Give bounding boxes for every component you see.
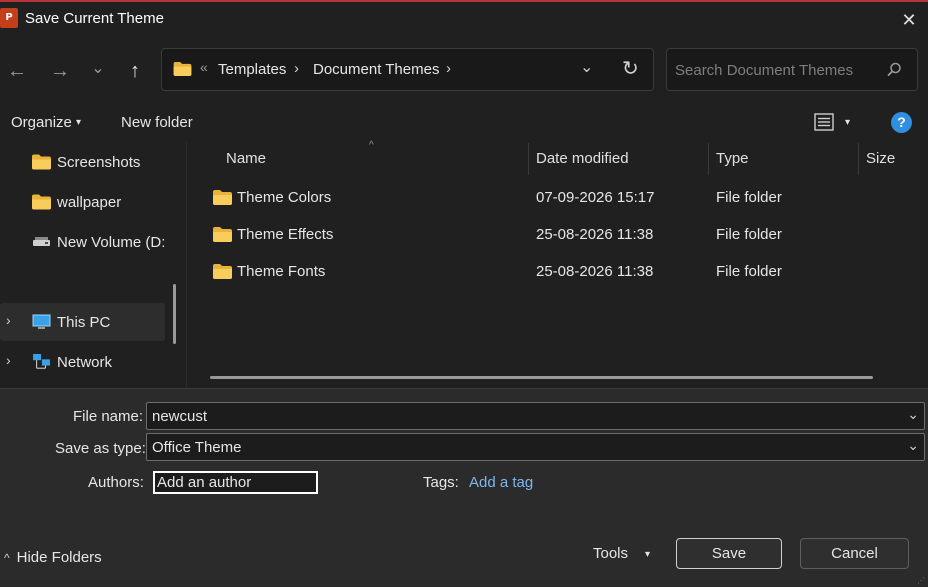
horizontal-scrollbar[interactable] (210, 376, 873, 379)
folder-icon (213, 264, 232, 279)
save-as-type-select[interactable]: Office Theme ⌄ (146, 433, 925, 461)
column-divider[interactable] (708, 143, 709, 175)
nav-item-this-pc[interactable]: › This PC (0, 303, 165, 341)
breadcrumb-separator[interactable]: › (446, 60, 451, 77)
add-tag-link[interactable]: Add a tag (469, 474, 533, 491)
chevron-down-icon: ⌄ (91, 60, 105, 77)
chevron-down-icon[interactable]: ⌄ (907, 437, 919, 454)
hide-folders-label: Hide Folders (16, 549, 102, 566)
tags-label: Tags: (423, 474, 459, 491)
nav-item-wallpaper[interactable]: wallpaper (0, 183, 165, 221)
expand-chevron-icon[interactable]: › (6, 352, 11, 368)
nav-item-label: This PC (57, 314, 111, 331)
nav-pane-scrollbar[interactable] (173, 284, 176, 344)
file-name-field[interactable]: newcust ⌄ (146, 402, 925, 430)
resize-grip-icon[interactable]: ⋰ (917, 576, 925, 585)
file-name: Theme Effects (237, 226, 334, 243)
column-divider[interactable] (528, 143, 529, 175)
nav-item-label: Network (57, 354, 113, 371)
forward-arrow-icon: → (50, 60, 70, 82)
new-folder-button[interactable]: New folder (121, 114, 193, 131)
back-button[interactable]: ← (2, 56, 32, 86)
authors-label: Authors: (88, 474, 144, 491)
file-type: File folder (716, 263, 782, 280)
chevron-down-icon[interactable]: ⌄ (907, 406, 919, 423)
recent-locations-button[interactable]: ⌄ (83, 54, 113, 84)
folder-icon (32, 194, 51, 210)
folder-icon (213, 190, 232, 205)
column-header-type[interactable]: Type (716, 150, 749, 167)
nav-item-new-volume[interactable]: New Volume (D: (0, 223, 165, 261)
breadcrumb-separator[interactable]: › (294, 60, 299, 77)
close-button[interactable]: ✕ (890, 4, 928, 36)
nav-item-label: Screenshots (57, 154, 141, 171)
help-icon[interactable]: ? (891, 112, 912, 133)
search-icon (887, 62, 901, 77)
network-icon (33, 354, 50, 369)
file-name: Theme Fonts (237, 263, 326, 280)
table-row[interactable]: Theme Colors 07-09-2026 15:17 File folde… (200, 180, 910, 215)
nav-item-network[interactable]: › Network (0, 343, 165, 381)
drive-icon (33, 237, 50, 246)
breadcrumb-document-themes[interactable]: Document Themes (313, 61, 439, 78)
save-as-type-label: Save as type: (55, 440, 146, 457)
nav-item-label: New Volume (D: (57, 234, 166, 251)
breadcrumb-templates[interactable]: Templates (218, 61, 286, 78)
powerpoint-icon: P (0, 8, 18, 28)
up-arrow-icon: ↑ (130, 60, 140, 82)
column-header-name[interactable]: Name (226, 150, 266, 167)
file-date: 07-09-2026 15:17 (536, 189, 655, 206)
chevron-up-icon: ^ (4, 551, 10, 565)
folder-icon (213, 227, 232, 242)
save-as-type-value: Office Theme (152, 439, 242, 456)
file-name-label: File name: (73, 408, 144, 425)
search-box[interactable] (666, 48, 918, 91)
address-bar[interactable]: « Templates › Document Themes › ⌄ ↻ (161, 48, 654, 91)
search-input[interactable] (675, 60, 875, 80)
table-row[interactable]: Theme Fonts 25-08-2026 11:38 File folder (200, 254, 910, 289)
forward-button[interactable]: → (45, 56, 75, 86)
tools-dropdown-icon[interactable]: ▾ (645, 547, 650, 563)
close-icon: ✕ (901, 10, 917, 30)
expand-chevron-icon[interactable]: › (6, 312, 11, 328)
column-divider[interactable] (858, 143, 859, 175)
view-dropdown-icon[interactable]: ▾ (845, 114, 850, 132)
organize-button[interactable]: Organize (11, 114, 72, 131)
folder-icon (173, 62, 192, 76)
file-name-value: newcust (152, 408, 208, 425)
back-arrow-icon: ← (7, 60, 27, 82)
file-type: File folder (716, 189, 782, 206)
file-date: 25-08-2026 11:38 (536, 226, 654, 243)
tools-button[interactable]: Tools (593, 545, 628, 562)
address-dropdown-icon[interactable]: ⌄ (580, 57, 593, 77)
sort-ascending-icon: ^ (369, 140, 374, 151)
hide-folders-button[interactable]: ^ Hide Folders (4, 549, 102, 566)
refresh-icon[interactable]: ↻ (622, 56, 639, 81)
save-button[interactable]: Save (676, 538, 782, 569)
file-date: 25-08-2026 11:38 (536, 263, 654, 280)
nav-item-screenshots[interactable]: Screenshots (0, 143, 165, 181)
organize-dropdown-icon[interactable]: ▾ (76, 114, 81, 132)
cancel-button[interactable]: Cancel (800, 538, 909, 569)
file-type: File folder (716, 226, 782, 243)
column-header-date-modified[interactable]: Date modified (536, 150, 629, 167)
overflow-chevron[interactable]: « (200, 59, 208, 75)
up-button[interactable]: ↑ (120, 56, 150, 86)
authors-input[interactable] (153, 471, 318, 494)
window-title: Save Current Theme (25, 10, 164, 27)
nav-item-label: wallpaper (57, 194, 122, 211)
computer-icon (32, 314, 51, 329)
table-row[interactable]: Theme Effects 25-08-2026 11:38 File fold… (200, 217, 910, 252)
file-name: Theme Colors (237, 189, 332, 206)
column-header-size[interactable]: Size (866, 150, 895, 167)
pane-divider[interactable] (186, 142, 187, 388)
folder-icon (32, 154, 51, 170)
view-details-icon[interactable] (813, 111, 835, 133)
